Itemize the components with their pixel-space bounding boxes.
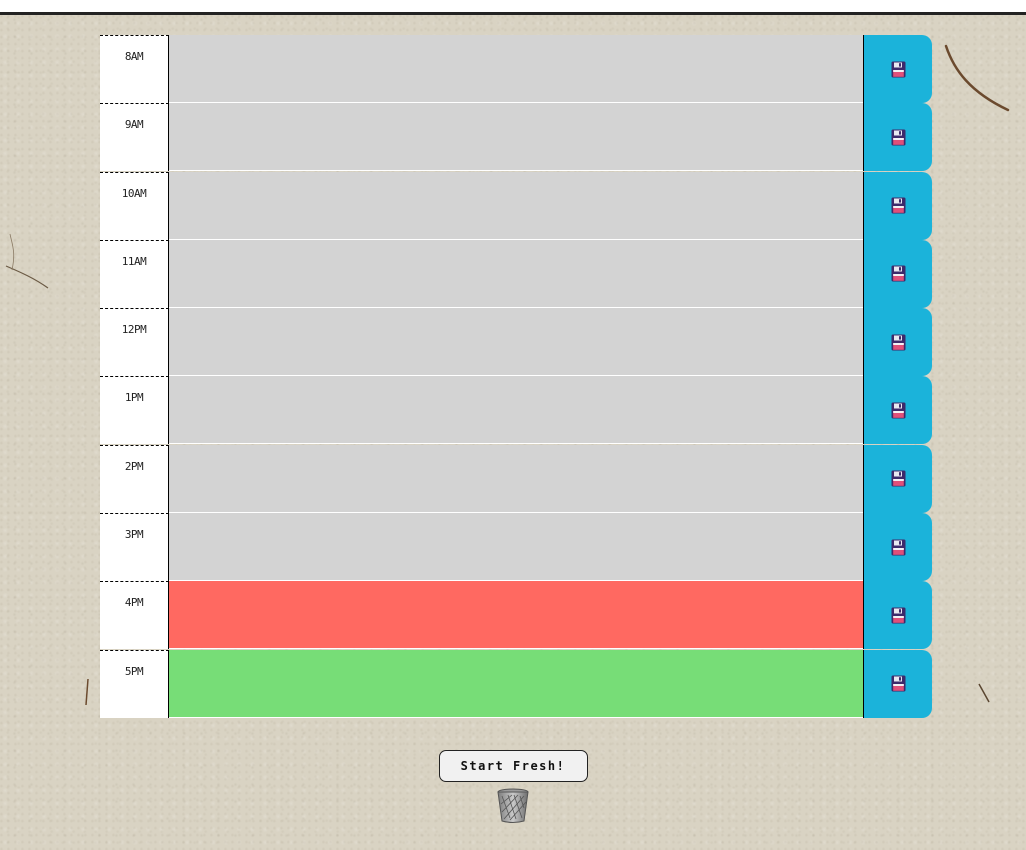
- save-button[interactable]: [863, 103, 932, 172]
- save-button[interactable]: [863, 308, 932, 377]
- hour-label: 3PM: [100, 513, 169, 582]
- hour-label: 1PM: [100, 376, 169, 445]
- save-button[interactable]: [863, 581, 932, 650]
- event-description-input[interactable]: [169, 239, 863, 308]
- event-description-input[interactable]: [169, 513, 863, 582]
- hour-label: 4PM: [100, 581, 169, 650]
- save-button[interactable]: [863, 239, 932, 308]
- floppy-disk-icon: [891, 334, 905, 351]
- floppy-disk-icon: [891, 129, 905, 146]
- event-description-input[interactable]: [169, 376, 863, 445]
- floppy-disk-icon: [891, 675, 905, 692]
- hour-label: 11AM: [100, 239, 169, 308]
- browser-top-bar: [0, 0, 1026, 15]
- paper-fiber-decoration: [5, 233, 49, 289]
- paper-fiber-decoration: [85, 678, 89, 706]
- footer: Start Fresh!: [0, 750, 1026, 824]
- save-button[interactable]: [863, 513, 932, 582]
- time-block-row: 8AM: [100, 35, 932, 103]
- floppy-disk-icon: [891, 539, 905, 556]
- time-block-row: 5PM: [100, 649, 932, 718]
- time-block-row: 4PM: [100, 581, 932, 650]
- hour-label: 9AM: [100, 103, 169, 172]
- event-description-input[interactable]: [169, 649, 863, 718]
- floppy-disk-icon: [891, 61, 905, 77]
- time-block-row: 9AM: [100, 103, 932, 172]
- time-block-row: 2PM: [100, 444, 932, 513]
- save-button[interactable]: [863, 35, 932, 103]
- event-description-input[interactable]: [169, 308, 863, 377]
- trash-bin-icon[interactable]: [496, 788, 530, 824]
- time-block-row: 10AM: [100, 171, 932, 240]
- event-description-input[interactable]: [169, 103, 863, 172]
- time-block-planner: 8AM 9AM 10AM 11AM 12PM 1PM 2PM 3PM 4PM 5PM: [100, 35, 932, 718]
- event-description-input[interactable]: [169, 171, 863, 240]
- floppy-disk-icon: [891, 607, 905, 624]
- floppy-disk-icon: [891, 470, 905, 487]
- hour-label: 5PM: [100, 649, 169, 718]
- save-button[interactable]: [863, 444, 932, 513]
- start-fresh-button[interactable]: Start Fresh!: [438, 750, 588, 782]
- hour-label: 8AM: [100, 35, 169, 103]
- paper-fiber-decoration: [978, 683, 990, 703]
- time-block-row: 3PM: [100, 513, 932, 582]
- floppy-disk-icon: [891, 197, 905, 214]
- floppy-disk-icon: [891, 402, 905, 419]
- event-description-input[interactable]: [169, 581, 863, 650]
- hour-label: 10AM: [100, 171, 169, 240]
- time-block-row: 12PM: [100, 308, 932, 377]
- time-block-row: 1PM: [100, 376, 932, 445]
- paper-fiber-decoration: [944, 44, 1010, 112]
- hour-label: 12PM: [100, 308, 169, 377]
- time-block-row: 11AM: [100, 239, 932, 308]
- event-description-input[interactable]: [169, 444, 863, 513]
- save-button[interactable]: [863, 649, 932, 718]
- save-button[interactable]: [863, 171, 932, 240]
- save-button[interactable]: [863, 376, 932, 445]
- floppy-disk-icon: [891, 265, 905, 282]
- hour-label: 2PM: [100, 444, 169, 513]
- event-description-input[interactable]: [169, 35, 863, 103]
